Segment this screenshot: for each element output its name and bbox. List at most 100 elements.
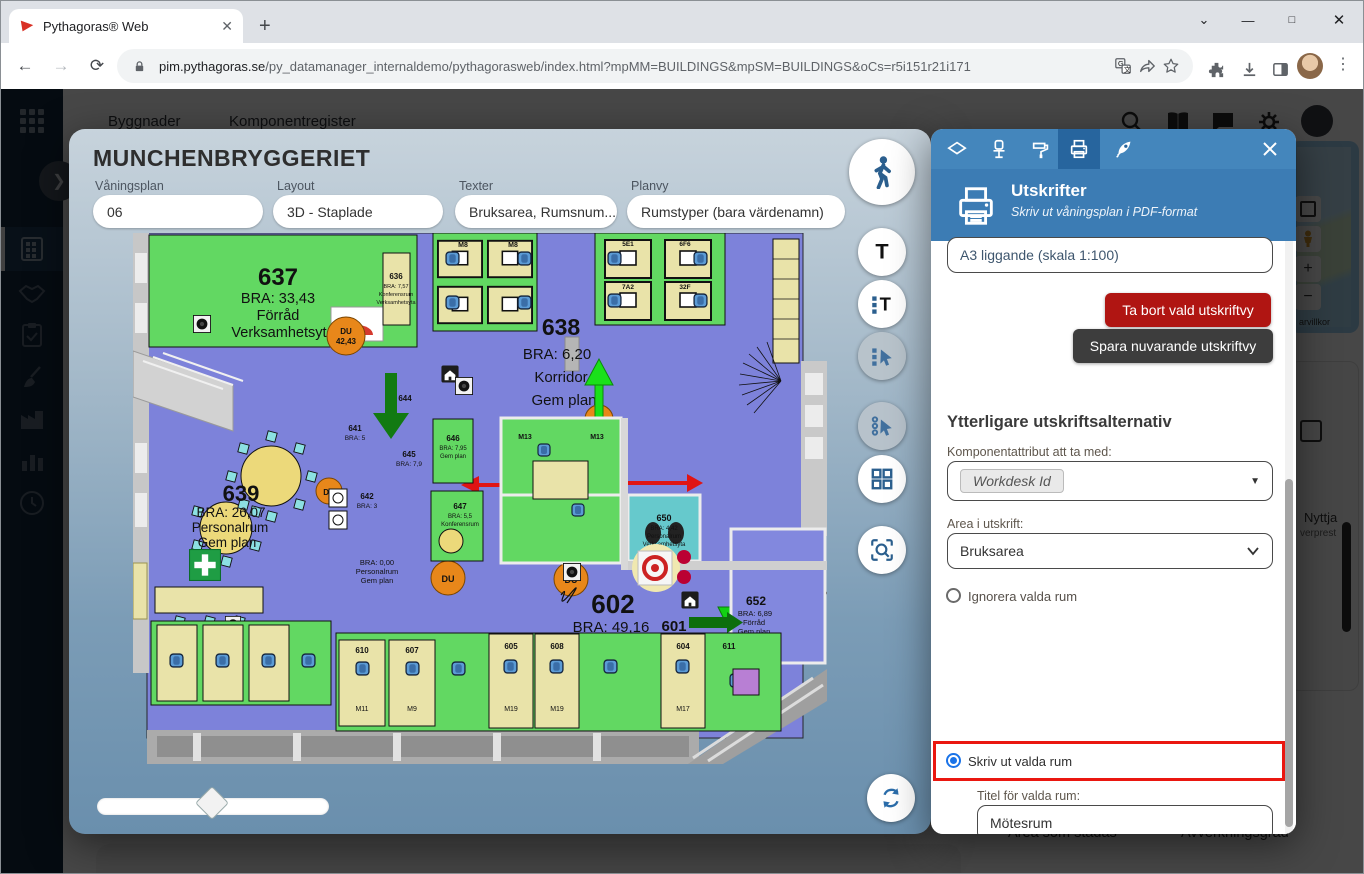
svg-text:608: 608	[550, 642, 564, 651]
select-rooms-button-disabled[interactable]	[858, 402, 906, 450]
radio-ignore-selected[interactable]	[946, 588, 961, 603]
caret-down-icon: ▼	[1250, 476, 1260, 487]
room-646[interactable]: 646 BRA: 7,95 Gem plan	[433, 419, 473, 483]
walk-mode-button[interactable]	[849, 139, 915, 205]
component-text-button[interactable]: T	[858, 280, 906, 328]
window-close-button[interactable]: ✕	[1324, 7, 1354, 33]
svg-text:611: 611	[723, 642, 736, 651]
select-components-button-disabled[interactable]	[858, 332, 906, 380]
svg-text:Gem plan: Gem plan	[531, 392, 596, 409]
area-select[interactable]: Bruksarea	[947, 533, 1273, 569]
back-button[interactable]: ←	[13, 54, 37, 78]
svg-text:652: 652	[746, 594, 766, 608]
title-for-rooms-label: Titel för valda rum:	[977, 789, 1080, 803]
room-600[interactable]: BRA: 0,00 Personalrum Gem plan	[356, 558, 399, 585]
svg-text:BRA: 7,95: BRA: 7,95	[439, 446, 467, 452]
field-label-planvy: Planvy	[631, 179, 669, 193]
radio-ignore-label[interactable]: Ignorera valda rum	[968, 589, 1077, 604]
svg-text:644: 644	[398, 394, 412, 403]
window-minimize-button[interactable]: —	[1233, 7, 1263, 33]
browser-tab[interactable]: Pythagoras® Web ✕	[9, 9, 243, 43]
panel-scrollbar-thumb[interactable]	[1285, 479, 1293, 827]
download-icon[interactable]	[1237, 57, 1261, 81]
zoom-to-selection-button[interactable]	[858, 526, 906, 574]
svg-text:Personalrum: Personalrum	[192, 520, 269, 535]
building-title: MUNCHENBRYGGERIET	[93, 145, 370, 172]
svg-text:Personalrum: Personalrum	[647, 534, 681, 540]
svg-text:604: 604	[676, 642, 690, 651]
svg-text:6F6: 6F6	[679, 241, 691, 248]
share-icon[interactable]	[1135, 54, 1159, 78]
select-planvy[interactable]: Rumstyper (bara värdenamn)	[627, 195, 845, 228]
svg-text:Gem plan: Gem plan	[361, 576, 394, 585]
tab-close-icon[interactable]: ✕	[221, 19, 233, 33]
panel-scrollbar[interactable]	[1285, 241, 1293, 834]
room-647[interactable]: 647 BRA: 5,5 Konferensrum	[431, 491, 483, 561]
browser-window: Pythagoras® Web ✕ + ⌄ — □ ✕ ← → ⟳ pim.py…	[0, 0, 1364, 874]
tab-paint-icon[interactable]	[1020, 129, 1062, 169]
delete-printview-button[interactable]: Ta bort vald utskriftvy	[1105, 293, 1271, 327]
radio-print-selected[interactable]	[946, 753, 961, 768]
svg-text:639: 639	[223, 481, 260, 506]
svg-text:Verksamhetsyta: Verksamhetsyta	[376, 300, 416, 306]
translate-icon[interactable]: G文	[1111, 54, 1135, 78]
component-attr-select[interactable]: Workdesk Id ▼	[947, 461, 1273, 501]
panel-tab-strip	[931, 129, 1296, 169]
svg-text:Personalrum: Personalrum	[356, 567, 399, 576]
room-637[interactable]: 637 BRA: 33,43 Förråd Verksamhetsyta	[149, 235, 417, 347]
lock-icon	[127, 54, 151, 78]
extensions-puzzle-icon[interactable]	[1204, 57, 1228, 81]
layout-grid-button[interactable]	[858, 455, 906, 503]
floorplan-canvas[interactable]: 637 BRA: 33,43 Förråd Verksamhetsyta 636…	[133, 233, 827, 764]
svg-text:646: 646	[446, 434, 460, 443]
bottom-office-band[interactable]: 610 607 605 608 604 611 M11 M9 M19 M19 M…	[336, 633, 781, 731]
side-panel-icon[interactable]	[1268, 57, 1292, 81]
url-bar[interactable]: pim.pythagoras.se /py_datamanager_intern…	[117, 49, 1193, 83]
tab-plan-diamond-icon[interactable]	[936, 129, 978, 169]
title-for-rooms-input[interactable]	[977, 805, 1273, 834]
svg-text:Förråd: Förråd	[257, 308, 300, 324]
tab-furniture-chair-icon[interactable]	[978, 129, 1020, 169]
save-printview-button[interactable]: Spara nuvarande utskriftvy	[1073, 329, 1273, 363]
tab-print-icon-selected[interactable]	[1058, 129, 1100, 169]
browser-menu-kebab-icon[interactable]: ⋮	[1335, 54, 1351, 74]
new-tab-button[interactable]: +	[259, 15, 271, 38]
bookmark-star-icon[interactable]	[1159, 54, 1183, 78]
attr-chip[interactable]: Workdesk Id	[960, 469, 1064, 493]
select-texter[interactable]: Bruksarea, Rumsnum...	[455, 195, 617, 228]
select-layout[interactable]: 3D - Staplade	[273, 195, 443, 228]
svg-text:M17: M17	[676, 706, 690, 713]
svg-text:636: 636	[389, 272, 403, 281]
field-label-layout: Layout	[277, 179, 315, 193]
reload-button[interactable]: ⟳	[85, 54, 109, 78]
svg-text:DU: DU	[340, 327, 352, 336]
svg-text:M8: M8	[508, 242, 518, 249]
paper-format-select[interactable]: A3 liggande (skala 1:100)	[947, 237, 1273, 273]
forward-button[interactable]: →	[49, 54, 73, 78]
url-host: pim.pythagoras.se	[159, 59, 265, 74]
field-label-vaningsplan: Våningsplan	[95, 179, 164, 193]
svg-text:Gem plan: Gem plan	[198, 535, 257, 550]
reset-rotation-button[interactable]	[867, 774, 915, 822]
panel-close-icon[interactable]	[1249, 129, 1291, 169]
svg-text:637: 637	[258, 264, 298, 291]
svg-text:BRA: 4,42: BRA: 4,42	[650, 526, 678, 532]
text-labels-button[interactable]: T	[858, 228, 906, 276]
area-label: Area i utskrift:	[947, 517, 1023, 531]
radio-print-selected-label[interactable]: Skriv ut valda rum	[968, 754, 1072, 769]
svg-text:607: 607	[405, 646, 419, 655]
tab-title: Pythagoras® Web	[43, 19, 221, 34]
browser-titlebar: Pythagoras® Web ✕ + ⌄ — □ ✕	[1, 1, 1363, 43]
window-maximize-button[interactable]: □	[1277, 7, 1307, 33]
tab-search-icon[interactable]: ⌄	[1189, 7, 1219, 33]
workstation-block-b[interactable]: 5E1 6F6 7A2 32F	[595, 233, 725, 325]
panel-header: Utskrifter Skriv ut våningsplan i PDF-fo…	[931, 169, 1296, 241]
workstation-block-a[interactable]: M8 M8	[433, 233, 537, 331]
url-path: /py_datamanager_internaldemo/pythagorasw…	[265, 59, 1111, 74]
select-vaningsplan[interactable]: 06	[93, 195, 263, 228]
profile-avatar[interactable]	[1297, 53, 1323, 79]
svg-text:BRA: 33,43: BRA: 33,43	[241, 291, 315, 307]
svg-text:BRA: 6,20: BRA: 6,20	[523, 346, 591, 363]
svg-text:641: 641	[348, 424, 362, 433]
tab-rocket-icon[interactable]	[1103, 129, 1145, 169]
